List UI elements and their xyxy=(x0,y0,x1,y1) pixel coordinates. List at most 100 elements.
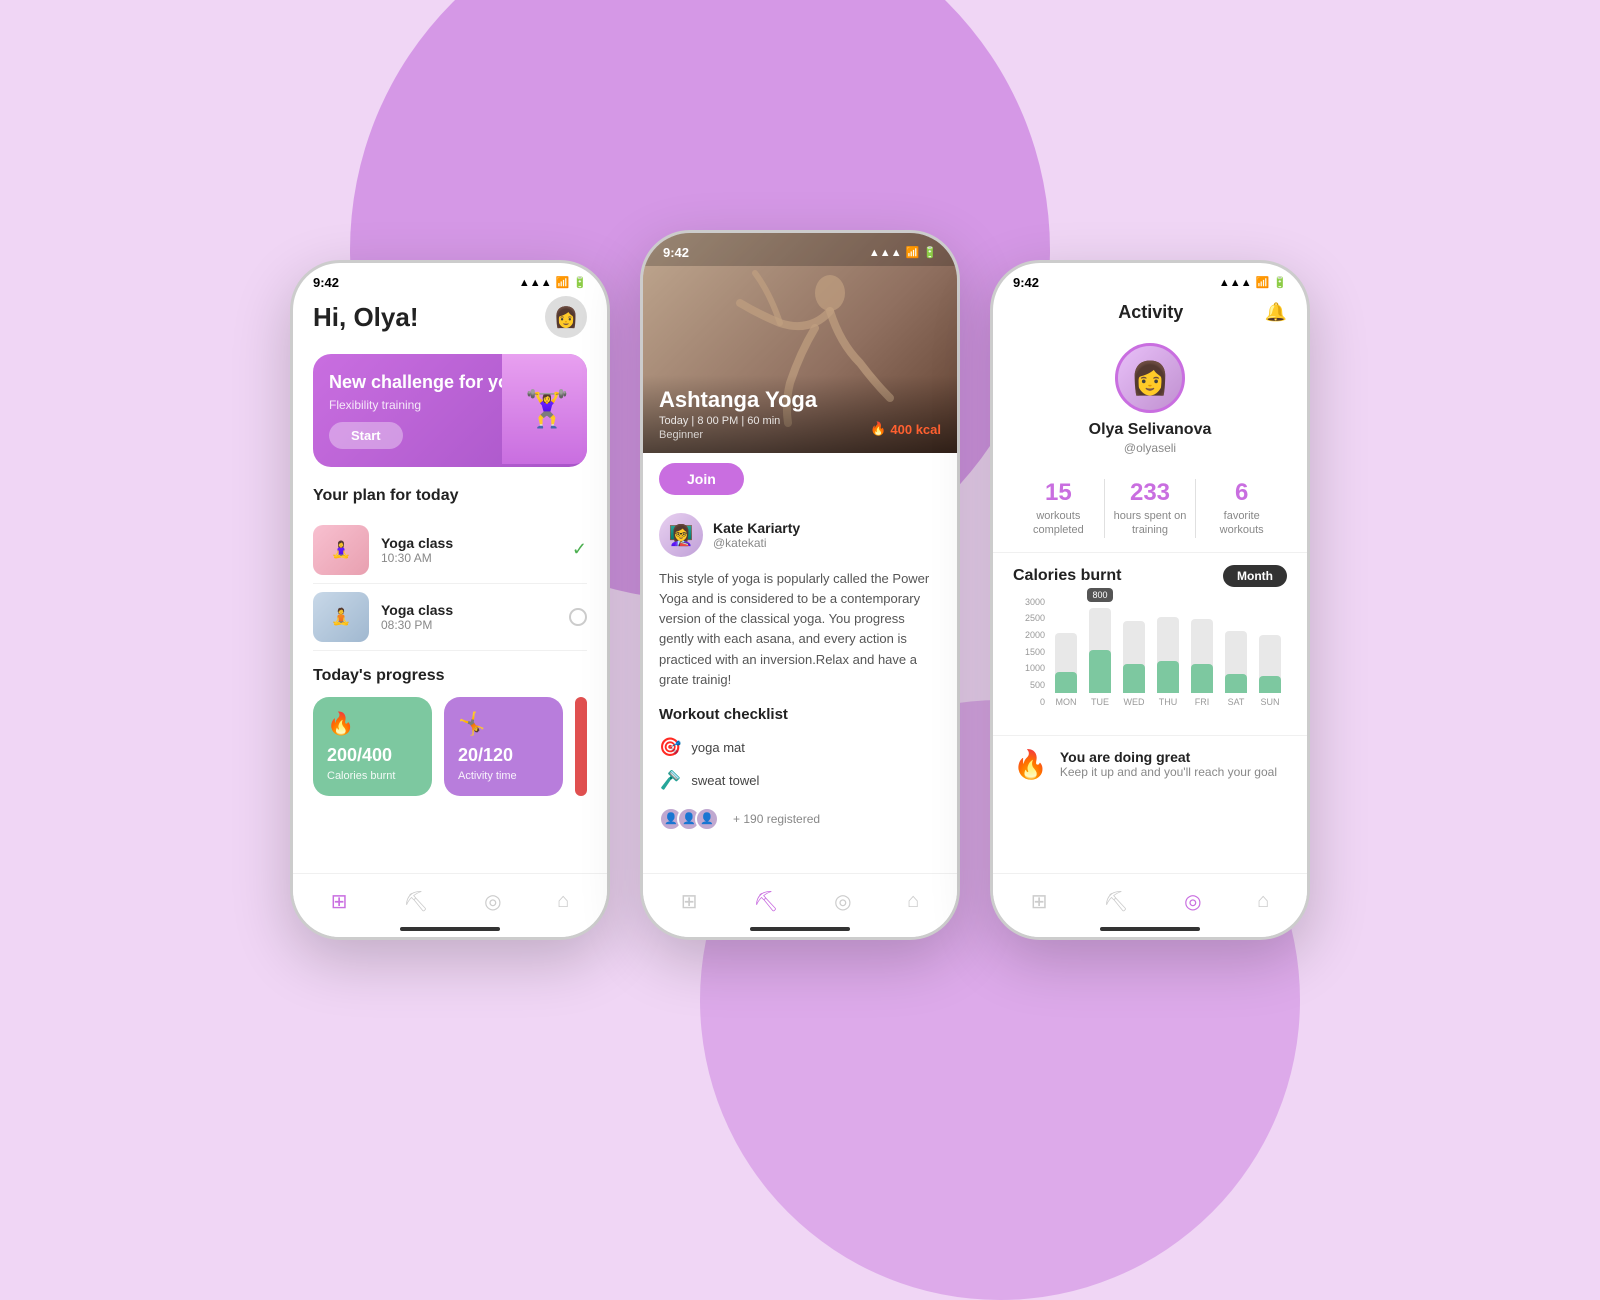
checklist-text-2: sweat towel xyxy=(691,773,759,788)
wifi-icon-1: 📶 xyxy=(556,276,570,289)
nav-workout-icon-3[interactable]: ⛏ xyxy=(1103,889,1128,914)
nav-activity-icon-1[interactable]: ◎ xyxy=(484,889,501,914)
bar-fill-thu xyxy=(1157,661,1179,693)
nav-home-icon-3[interactable]: ⊞ xyxy=(1031,889,1048,914)
bar-mon: MON xyxy=(1049,633,1083,707)
bar-outer-sun xyxy=(1259,635,1281,693)
nav-workout-icon-1[interactable]: ⛏ xyxy=(403,889,428,914)
status-time-1: 9:42 xyxy=(313,275,339,290)
checklist-text-1: yoga mat xyxy=(691,740,744,755)
plan-item-time-2: 08:30 PM xyxy=(381,618,557,632)
status-time-3: 9:42 xyxy=(1013,275,1039,290)
fire-icon: 🔥 xyxy=(327,711,354,737)
start-button[interactable]: Start xyxy=(329,422,403,449)
y-label-3000: 3000 xyxy=(1025,597,1045,607)
nav-profile-icon-1[interactable]: ⌂ xyxy=(557,890,569,913)
progress-card-calories: 🔥 200/400 Calories burnt xyxy=(313,697,432,796)
plan-item-2: 🧘 Yoga class 08:30 PM xyxy=(313,584,587,651)
status-time-2: 9:42 xyxy=(663,245,689,260)
instructor-name: Kate Kariarty xyxy=(713,520,800,536)
greeting-row: Hi, Olya! 👩 xyxy=(313,296,587,338)
bar-thu: THU xyxy=(1151,617,1185,707)
bar-outer-mon xyxy=(1055,633,1077,693)
plan-thumb-1: 🧘‍♀️ xyxy=(313,525,369,575)
stat-label-2: hours spent ontraining xyxy=(1113,509,1188,538)
phones-container: 9:42 ▲▲▲ 📶 🔋 Hi, Olya! 👩 New challenge f… xyxy=(290,260,1310,940)
progress-card-activity: 🤸 20/120 Activity time xyxy=(444,697,563,796)
plan-thumb-2: 🧘 xyxy=(313,592,369,642)
bar-wed: WED xyxy=(1117,621,1151,707)
home-indicator-3 xyxy=(1100,927,1200,931)
join-button[interactable]: Join xyxy=(659,463,744,495)
phone-activity: 9:42 ▲▲▲ 📶 🔋 Activity 🔔 👩 Olya Selivanov… xyxy=(990,260,1310,940)
y-label-2500: 2500 xyxy=(1025,613,1045,623)
registered-row: 👤 👤 👤 + 190 registered xyxy=(643,797,957,841)
signal-icon-3: ▲▲▲ xyxy=(1219,277,1252,289)
chart-area: 3000 2500 2000 1500 1000 500 0 MON xyxy=(1013,597,1287,727)
bar-label-tue: TUE xyxy=(1091,697,1109,707)
bar-label-sun: SUN xyxy=(1260,697,1279,707)
nav-home-icon-1[interactable]: ⊞ xyxy=(331,889,348,914)
challenge-card: New challenge for you Flexibility traini… xyxy=(313,354,587,467)
month-badge[interactable]: Month xyxy=(1223,565,1287,587)
bell-icon[interactable]: 🔔 xyxy=(1265,302,1287,323)
signal-icon-1: ▲▲▲ xyxy=(519,277,552,289)
nav-activity-icon-3[interactable]: ◎ xyxy=(1184,889,1201,914)
profile-name: Olya Selivanova xyxy=(1089,421,1212,439)
battery-icon-2: 🔋 xyxy=(923,246,937,259)
stat-val-1: 15 xyxy=(1021,479,1096,507)
bar-label-sat: SAT xyxy=(1228,697,1245,707)
instructor-info: Kate Kariarty @katekati xyxy=(713,520,800,550)
checklist-title: Workout checklist xyxy=(643,702,957,731)
plan-item-1: 🧘‍♀️ Yoga class 10:30 AM ✓ xyxy=(313,517,587,584)
phone-home: 9:42 ▲▲▲ 📶 🔋 Hi, Olya! 👩 New challenge f… xyxy=(290,260,610,940)
reg-avatar-3: 👤 xyxy=(695,807,719,831)
bar-tooltip-tue: 800 xyxy=(1087,588,1112,602)
bar-label-fri: FRI xyxy=(1195,697,1210,707)
nav-profile-icon-2[interactable]: ⌂ xyxy=(907,890,919,913)
plan-item-time-1: 10:30 AM xyxy=(381,551,560,565)
chart-bars: MON 800 TUE WE xyxy=(1049,597,1287,727)
status-icons-3: ▲▲▲ 📶 🔋 xyxy=(1219,276,1287,289)
stat-val-3: 6 xyxy=(1204,479,1279,507)
nav-profile-icon-3[interactable]: ⌂ xyxy=(1257,890,1269,913)
instructor-handle: @katekati xyxy=(713,536,800,550)
chart-y-labels: 3000 2500 2000 1500 1000 500 0 xyxy=(1013,597,1049,707)
activity-title: Activity xyxy=(1037,302,1265,323)
bar-fill-fri xyxy=(1191,664,1213,692)
bar-outer-fri xyxy=(1191,619,1213,693)
plan-item-name-1: Yoga class xyxy=(381,535,560,551)
phone1-content: Hi, Olya! 👩 New challenge for you Flexib… xyxy=(293,296,607,796)
yoga-hero: 9:42 ▲▲▲ 📶 🔋 Ashtanga Yoga Today | 8 00 … xyxy=(643,233,957,453)
bar-fill-sat xyxy=(1225,674,1247,693)
bar-outer-sat xyxy=(1225,631,1247,693)
description-text: This style of yoga is popularly called t… xyxy=(643,565,957,702)
plan-item-text-1: Yoga class 10:30 AM xyxy=(381,535,560,565)
bar-fill-tue xyxy=(1089,650,1111,693)
y-label-0: 0 xyxy=(1040,697,1045,707)
nav-home-icon-2[interactable]: ⊞ xyxy=(681,889,698,914)
bar-fri: FRI xyxy=(1185,619,1219,707)
activity-header: Activity 🔔 xyxy=(993,296,1307,333)
plan-title: Your plan for today xyxy=(313,487,587,505)
activity-icon: 🤸 xyxy=(458,711,485,737)
nav-workout-icon-2[interactable]: ⛏ xyxy=(753,889,778,914)
avatar: 👩 xyxy=(545,296,587,338)
greeting-text: Hi, Olya! xyxy=(313,302,418,333)
bar-label-thu: THU xyxy=(1159,697,1178,707)
stat-hours: 233 hours spent ontraining xyxy=(1105,479,1197,538)
progress-cards: 🔥 200/400 Calories burnt 🤸 20/120 Activi… xyxy=(313,697,587,796)
bar-outer-wed xyxy=(1123,621,1145,693)
nav-activity-icon-2[interactable]: ◎ xyxy=(834,889,851,914)
stat-label-1: workoutscompleted xyxy=(1021,509,1096,538)
checklist-item-1: 🎯 yoga mat xyxy=(643,731,957,764)
progress-section: Today's progress 🔥 200/400 Calories burn… xyxy=(313,667,587,796)
plan-item-name-2: Yoga class xyxy=(381,602,557,618)
bar-fill-sun xyxy=(1259,676,1281,692)
signal-icon-2: ▲▲▲ xyxy=(869,247,902,259)
wifi-icon-2: 📶 xyxy=(906,246,920,259)
bar-tue: 800 TUE xyxy=(1083,608,1117,707)
home-indicator-2 xyxy=(750,927,850,931)
stat-val-2: 233 xyxy=(1113,479,1188,507)
status-bar-1: 9:42 ▲▲▲ 📶 🔋 xyxy=(293,263,607,296)
